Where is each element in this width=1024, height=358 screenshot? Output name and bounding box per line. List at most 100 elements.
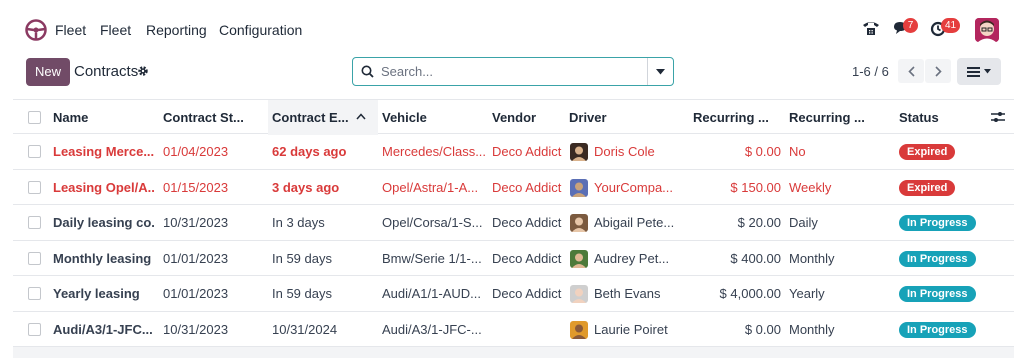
row-checkbox[interactable]	[28, 216, 41, 229]
messages-badge: 7	[903, 18, 918, 33]
search-options-toggle[interactable]	[647, 58, 673, 85]
row-checkbox[interactable]	[28, 145, 41, 158]
column-vehicle[interactable]: Vehicle	[382, 100, 482, 135]
table-row[interactable]: Leasing Opel/A... 01/15/2023 3 days ago Ope…	[13, 170, 1014, 205]
column-settings-icon[interactable]	[991, 111, 1005, 123]
table-row[interactable]: Audi/A3/1-JFC... 10/31/2023 10/31/2024 Audi…	[13, 312, 1014, 347]
user-avatar-icon	[975, 18, 999, 42]
cell-vendor: Deco Addict	[492, 250, 562, 266]
chevron-left-icon	[907, 65, 915, 77]
pager-next-button[interactable]	[925, 59, 951, 83]
column-status[interactable]: Status	[899, 100, 959, 135]
row-checkbox[interactable]	[28, 251, 41, 265]
cell-vendor	[492, 312, 566, 347]
cell-vehicle: Mercedes/Class...	[382, 144, 485, 159]
cell-name: Daily leasing co...	[53, 215, 155, 230]
gear-icon[interactable]	[137, 64, 149, 78]
menu-configuration[interactable]: Configuration	[219, 22, 302, 38]
list-icon	[967, 66, 980, 77]
phone-icon[interactable]	[862, 20, 880, 36]
driver-avatar-icon	[570, 320, 588, 339]
status-badge: Expired	[899, 144, 956, 160]
cell-recurring-frequency: Yearly	[789, 286, 825, 301]
cell-vehicle: Bmw/Serie 1/1-...	[382, 250, 482, 266]
table-row[interactable]: Daily leasing co... 10/31/2023 In 3 days Op…	[13, 205, 1014, 241]
driver-avatar-icon	[570, 285, 588, 303]
cell-recurring-frequency: Monthly	[789, 321, 835, 337]
driver-avatar-icon	[570, 249, 588, 268]
cell-contract-end: 10/31/2024	[272, 321, 338, 337]
cell-name: Leasing Merce...	[53, 144, 155, 159]
cell-vendor: Deco Addict	[492, 215, 562, 230]
column-driver[interactable]: Driver	[569, 100, 669, 135]
cell-vehicle: Audi/A3/1-JFC-...	[382, 321, 482, 337]
status-badge: In Progress	[899, 215, 976, 231]
cell-recurring-frequency: Weekly	[789, 179, 832, 195]
table-row[interactable]: Leasing Merce... 01/04/2023 62 days ago Mer…	[13, 134, 1014, 170]
column-vendor[interactable]: Vendor	[492, 100, 562, 135]
new-button[interactable]: New	[26, 58, 70, 86]
breadcrumb-title: Contracts	[74, 63, 139, 80]
cell-contract-start: 10/31/2023	[163, 321, 229, 337]
cell-recurring-frequency: Daily	[789, 215, 818, 230]
pager-previous-button[interactable]	[898, 59, 924, 83]
cell-recurring-cost: $ 400.00	[730, 250, 781, 266]
menu-reporting[interactable]: Reporting	[146, 22, 207, 38]
column-contract-end-label: Contract E...	[272, 110, 349, 125]
cell-contract-start: 01/01/2023	[163, 286, 229, 301]
cell-recurring-cost: $ 4,000.00	[719, 286, 781, 301]
caret-down-icon	[656, 68, 665, 74]
cell-recurring-cost: $ 0.00	[744, 321, 781, 337]
search-input[interactable]	[381, 62, 641, 81]
search-icon	[361, 65, 374, 78]
row-checkbox[interactable]	[28, 322, 41, 336]
app-name[interactable]: Fleet	[55, 22, 86, 38]
cell-driver: Doris Cole	[594, 144, 655, 159]
cell-vehicle: Audi/A1/1-AUD...	[382, 286, 481, 301]
user-avatar[interactable]	[975, 18, 999, 42]
menu-fleet[interactable]: Fleet	[100, 22, 131, 38]
list-view-button[interactable]	[957, 58, 1001, 85]
steering-wheel-icon[interactable]	[25, 19, 47, 41]
cell-vehicle: Opel/Corsa/1-S...	[382, 215, 483, 230]
status-badge: In Progress	[899, 250, 976, 267]
column-name[interactable]: Name	[53, 100, 153, 135]
cell-contract-end: In 59 days	[272, 250, 332, 266]
cell-driver: Audrey Pet...	[594, 250, 670, 266]
row-checkbox[interactable]	[28, 180, 41, 194]
activities-badge: 41	[941, 18, 961, 33]
driver-avatar-icon	[570, 214, 588, 232]
chevron-right-icon	[934, 65, 942, 77]
cell-contract-end: In 59 days	[272, 286, 332, 301]
table-header: Name Contract St... Contract E... Vehicl…	[13, 99, 1014, 135]
cell-name: Audi/A3/1-JFC...	[53, 321, 153, 337]
column-contract-start[interactable]: Contract St...	[163, 100, 263, 135]
cell-driver: Abigail Pete...	[594, 215, 675, 230]
row-checkbox[interactable]	[28, 287, 41, 300]
cell-contract-start: 10/31/2023	[163, 215, 229, 230]
pager-value[interactable]: 1-6 / 6	[852, 64, 889, 79]
cell-vendor: Deco Addict	[492, 286, 562, 301]
cell-vehicle: Opel/Astra/1-A...	[382, 179, 479, 195]
cell-contract-end: 62 days ago	[272, 144, 347, 159]
driver-avatar-icon	[570, 178, 588, 197]
cell-recurring-cost: $ 20.00	[737, 215, 781, 230]
top-navbar: Fleet Fleet Reporting Configuration 7 41	[0, 0, 1024, 58]
table-row[interactable]: Monthly leasing 01/01/2023 In 59 days Bmw/S…	[13, 241, 1014, 276]
cell-contract-start: 01/01/2023	[163, 250, 229, 266]
cell-vendor: Deco Addict	[492, 144, 562, 159]
table-footer	[13, 347, 1014, 358]
cell-contract-start: 01/15/2023	[163, 179, 229, 195]
column-recurring-cost[interactable]: Recurring ...	[693, 100, 774, 135]
search-bar	[352, 57, 674, 86]
status-badge: In Progress	[899, 286, 976, 302]
sort-ascending-icon	[356, 113, 366, 120]
table-row[interactable]: Yearly leasing 01/01/2023 In 59 days Audi/A…	[13, 276, 1014, 312]
column-recurring-frequency[interactable]: Recurring ...	[789, 100, 869, 135]
cell-driver: Laurie Poiret	[594, 321, 668, 337]
cell-recurring-frequency: Monthly	[789, 250, 835, 266]
cell-driver: Beth Evans	[594, 286, 661, 301]
select-all-checkbox[interactable]	[28, 111, 41, 124]
cell-contract-start: 01/04/2023	[163, 144, 229, 159]
cell-recurring-frequency: No	[789, 144, 806, 159]
